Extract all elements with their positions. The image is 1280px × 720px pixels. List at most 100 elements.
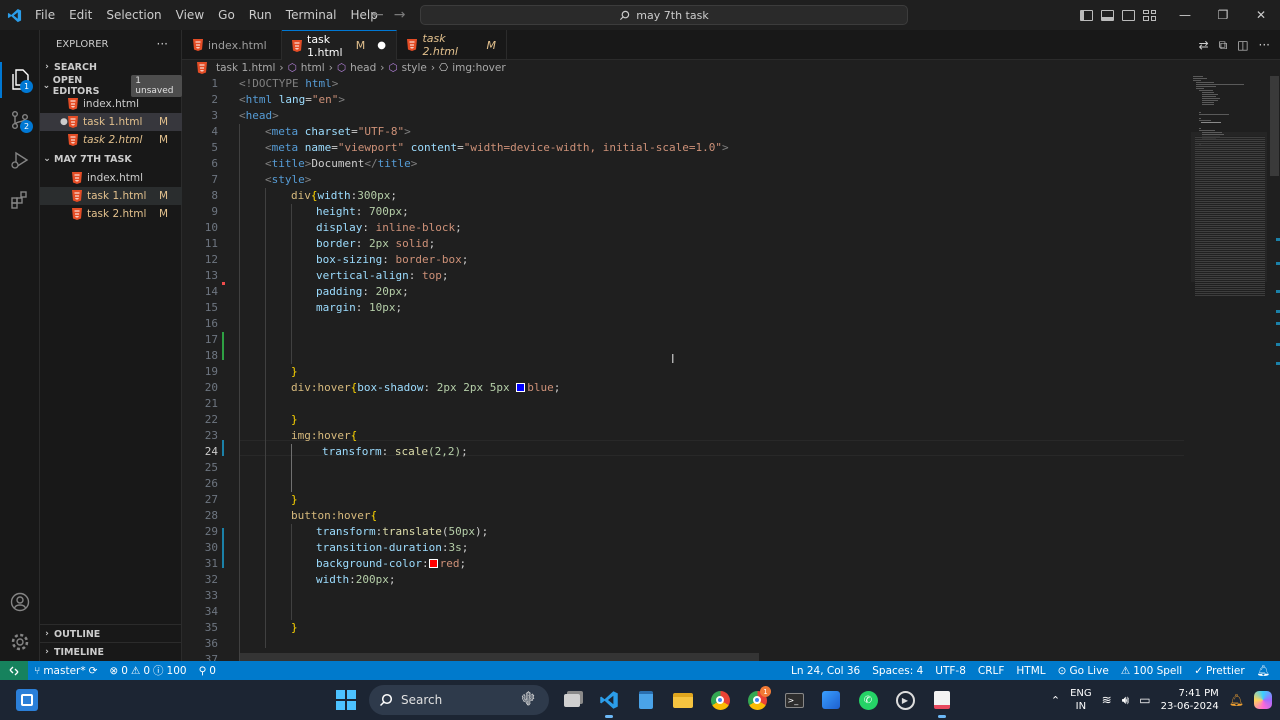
language-mode[interactable]: HTML	[1010, 661, 1051, 680]
code-line: 31 background-color: red;	[204, 557, 467, 570]
clock[interactable]: 7:41 PM 23-06-2024	[1161, 687, 1219, 713]
unsaved-dot-icon[interactable]: ●	[60, 117, 68, 127]
vscode-taskbar-icon[interactable]	[595, 686, 623, 718]
cursor-position[interactable]: Ln 24, Col 36	[785, 661, 866, 680]
outline-section[interactable]: › OUTLINE	[40, 625, 182, 643]
encoding[interactable]: UTF-8	[929, 661, 972, 680]
file-explorer-icon[interactable]	[669, 686, 697, 714]
horizontal-scrollbar[interactable]	[239, 653, 759, 661]
breadcrumb-file[interactable]: task 1.html	[216, 62, 275, 74]
volume-icon[interactable]: 🔊︎	[1122, 693, 1130, 708]
chrome-icon[interactable]	[706, 686, 734, 714]
run-debug-icon[interactable]	[0, 140, 40, 180]
notification-badge: 1	[760, 686, 771, 697]
media-player-icon[interactable]: ▶	[891, 686, 919, 714]
menu-selection[interactable]: Selection	[99, 0, 168, 30]
copilot-icon[interactable]	[1254, 691, 1272, 709]
notification-bell-icon[interactable]: 🔔︎	[1229, 693, 1244, 707]
paint-icon[interactable]	[817, 686, 845, 714]
compare-changes-icon[interactable]: ⇄	[1199, 38, 1209, 52]
folder-label: MAY 7TH TASK	[54, 153, 132, 165]
toggle-primary-sidebar-icon[interactable]	[1080, 9, 1093, 21]
open-editor-item-active[interactable]: ● task 1.html M	[40, 113, 182, 131]
terminal-icon[interactable]: >_	[780, 686, 808, 714]
close-button[interactable]: ✕	[1242, 0, 1280, 30]
taskbar-search[interactable]: Search 🌵︎	[369, 685, 549, 715]
minimap[interactable]	[1187, 76, 1267, 661]
tab-task1-html[interactable]: task 1.html M ●	[282, 30, 397, 60]
color-swatch-red[interactable]	[428, 559, 438, 568]
breadcrumb-html[interactable]: html	[301, 62, 325, 74]
notifications-bell-icon[interactable]: 🔔︎	[1251, 661, 1276, 680]
clock-date: 23-06-2024	[1160, 701, 1219, 712]
battery-icon[interactable]: ▭	[1139, 693, 1150, 707]
customize-layout-icon[interactable]	[1143, 9, 1156, 21]
file-item-selected[interactable]: task 1.html M	[40, 187, 182, 205]
vertical-scrollbar-thumb[interactable]	[1270, 76, 1279, 176]
unsaved-dot-icon[interactable]: ●	[377, 40, 386, 51]
folder-section[interactable]: ⌄ MAY 7TH TASK	[40, 150, 182, 168]
back-arrow-icon[interactable]: ←	[372, 7, 384, 23]
tab-modified: M	[355, 39, 366, 52]
problems-indicator[interactable]: ⊗ 0 ⚠ 0 ⓘ 100	[103, 661, 192, 680]
more-actions-icon[interactable]: ···	[1259, 38, 1270, 52]
menu-file[interactable]: File	[28, 0, 62, 30]
tab-task2-html[interactable]: task 2.html M	[397, 30, 507, 60]
file-item[interactable]: task 2.html M	[40, 205, 182, 223]
notepad-icon[interactable]	[632, 686, 660, 714]
language-indicator[interactable]: ENG IN	[1070, 687, 1092, 713]
open-preview-icon[interactable]: ⧉	[1219, 38, 1228, 53]
menu-edit[interactable]: Edit	[62, 0, 99, 30]
split-editor-icon[interactable]: ◫	[1237, 38, 1248, 52]
command-center-search[interactable]: may 7th task	[420, 5, 908, 25]
line-ending[interactable]: CRLF	[972, 661, 1011, 680]
breadcrumb-style[interactable]: style	[402, 62, 427, 74]
toggle-panel-icon[interactable]	[1101, 9, 1114, 21]
menu-go[interactable]: Go	[211, 0, 242, 30]
start-button-windows-icon[interactable]	[332, 686, 360, 714]
file-item[interactable]: index.html	[40, 169, 182, 187]
maximize-button[interactable]: ❐	[1204, 0, 1242, 30]
indentation[interactable]: Spaces: 4	[866, 661, 929, 680]
prettier-button[interactable]: ✓ Prettier	[1188, 661, 1250, 680]
chevron-up-icon[interactable]: ⌃	[1051, 694, 1060, 707]
spell-check[interactable]: ⚠ 100 Spell	[1115, 661, 1188, 680]
whatsapp-icon[interactable]: ✆	[854, 686, 882, 714]
ports-indicator[interactable]: ⚲ 0	[193, 661, 222, 680]
breadcrumb-selector[interactable]: img:hover	[452, 62, 505, 74]
extensions-icon[interactable]	[0, 180, 40, 220]
code-editor[interactable]: 1 <!DOCTYPE html> 2 <html lang="en"> 3 <hea…	[182, 76, 1187, 661]
tab-index-html[interactable]: index.html	[182, 30, 282, 60]
manage-gear-icon[interactable]	[0, 622, 40, 662]
timeline-section[interactable]: › TIMELINE	[40, 643, 182, 661]
minimize-button[interactable]: —	[1166, 0, 1204, 30]
task-view-icon[interactable]	[558, 686, 586, 714]
breadcrumb-head[interactable]: head	[350, 62, 376, 74]
open-editor-item[interactable]: index.html	[40, 95, 182, 113]
menu-terminal[interactable]: Terminal	[279, 0, 344, 30]
toggle-secondary-sidebar-icon[interactable]	[1122, 9, 1135, 21]
accounts-icon[interactable]	[0, 582, 40, 622]
search-section[interactable]: › SEARCH	[40, 58, 182, 76]
explorer-icon[interactable]: 1	[0, 60, 40, 100]
forward-arrow-icon[interactable]: →	[394, 7, 406, 23]
go-live-button[interactable]: ⊙ Go Live	[1052, 661, 1115, 680]
code-line: 4 <meta charset="UTF-8">	[211, 125, 411, 138]
widgets-icon[interactable]	[16, 689, 38, 711]
html-file-icon	[192, 39, 203, 51]
remote-indicator-icon[interactable]	[0, 661, 28, 680]
chrome-profile-icon[interactable]: 1	[743, 686, 771, 714]
search-icon	[379, 693, 393, 707]
color-swatch-blue[interactable]	[516, 383, 526, 392]
menu-view[interactable]: View	[169, 0, 211, 30]
search-label: Search	[401, 693, 443, 707]
menu-run[interactable]: Run	[242, 0, 279, 30]
git-branch[interactable]: ⑂ master* ⟳	[28, 661, 103, 680]
wifi-icon[interactable]: ≋	[1102, 693, 1112, 707]
snipping-tool-icon[interactable]	[928, 686, 956, 718]
open-editors-section[interactable]: ⌄ OPEN EDITORS 1 unsaved	[40, 75, 182, 97]
sync-icon[interactable]: ⟳	[89, 665, 98, 677]
explorer-more-icon[interactable]: ···	[157, 37, 168, 51]
source-control-icon[interactable]: 2	[0, 100, 40, 140]
open-editor-item[interactable]: task 2.html M	[40, 131, 182, 149]
